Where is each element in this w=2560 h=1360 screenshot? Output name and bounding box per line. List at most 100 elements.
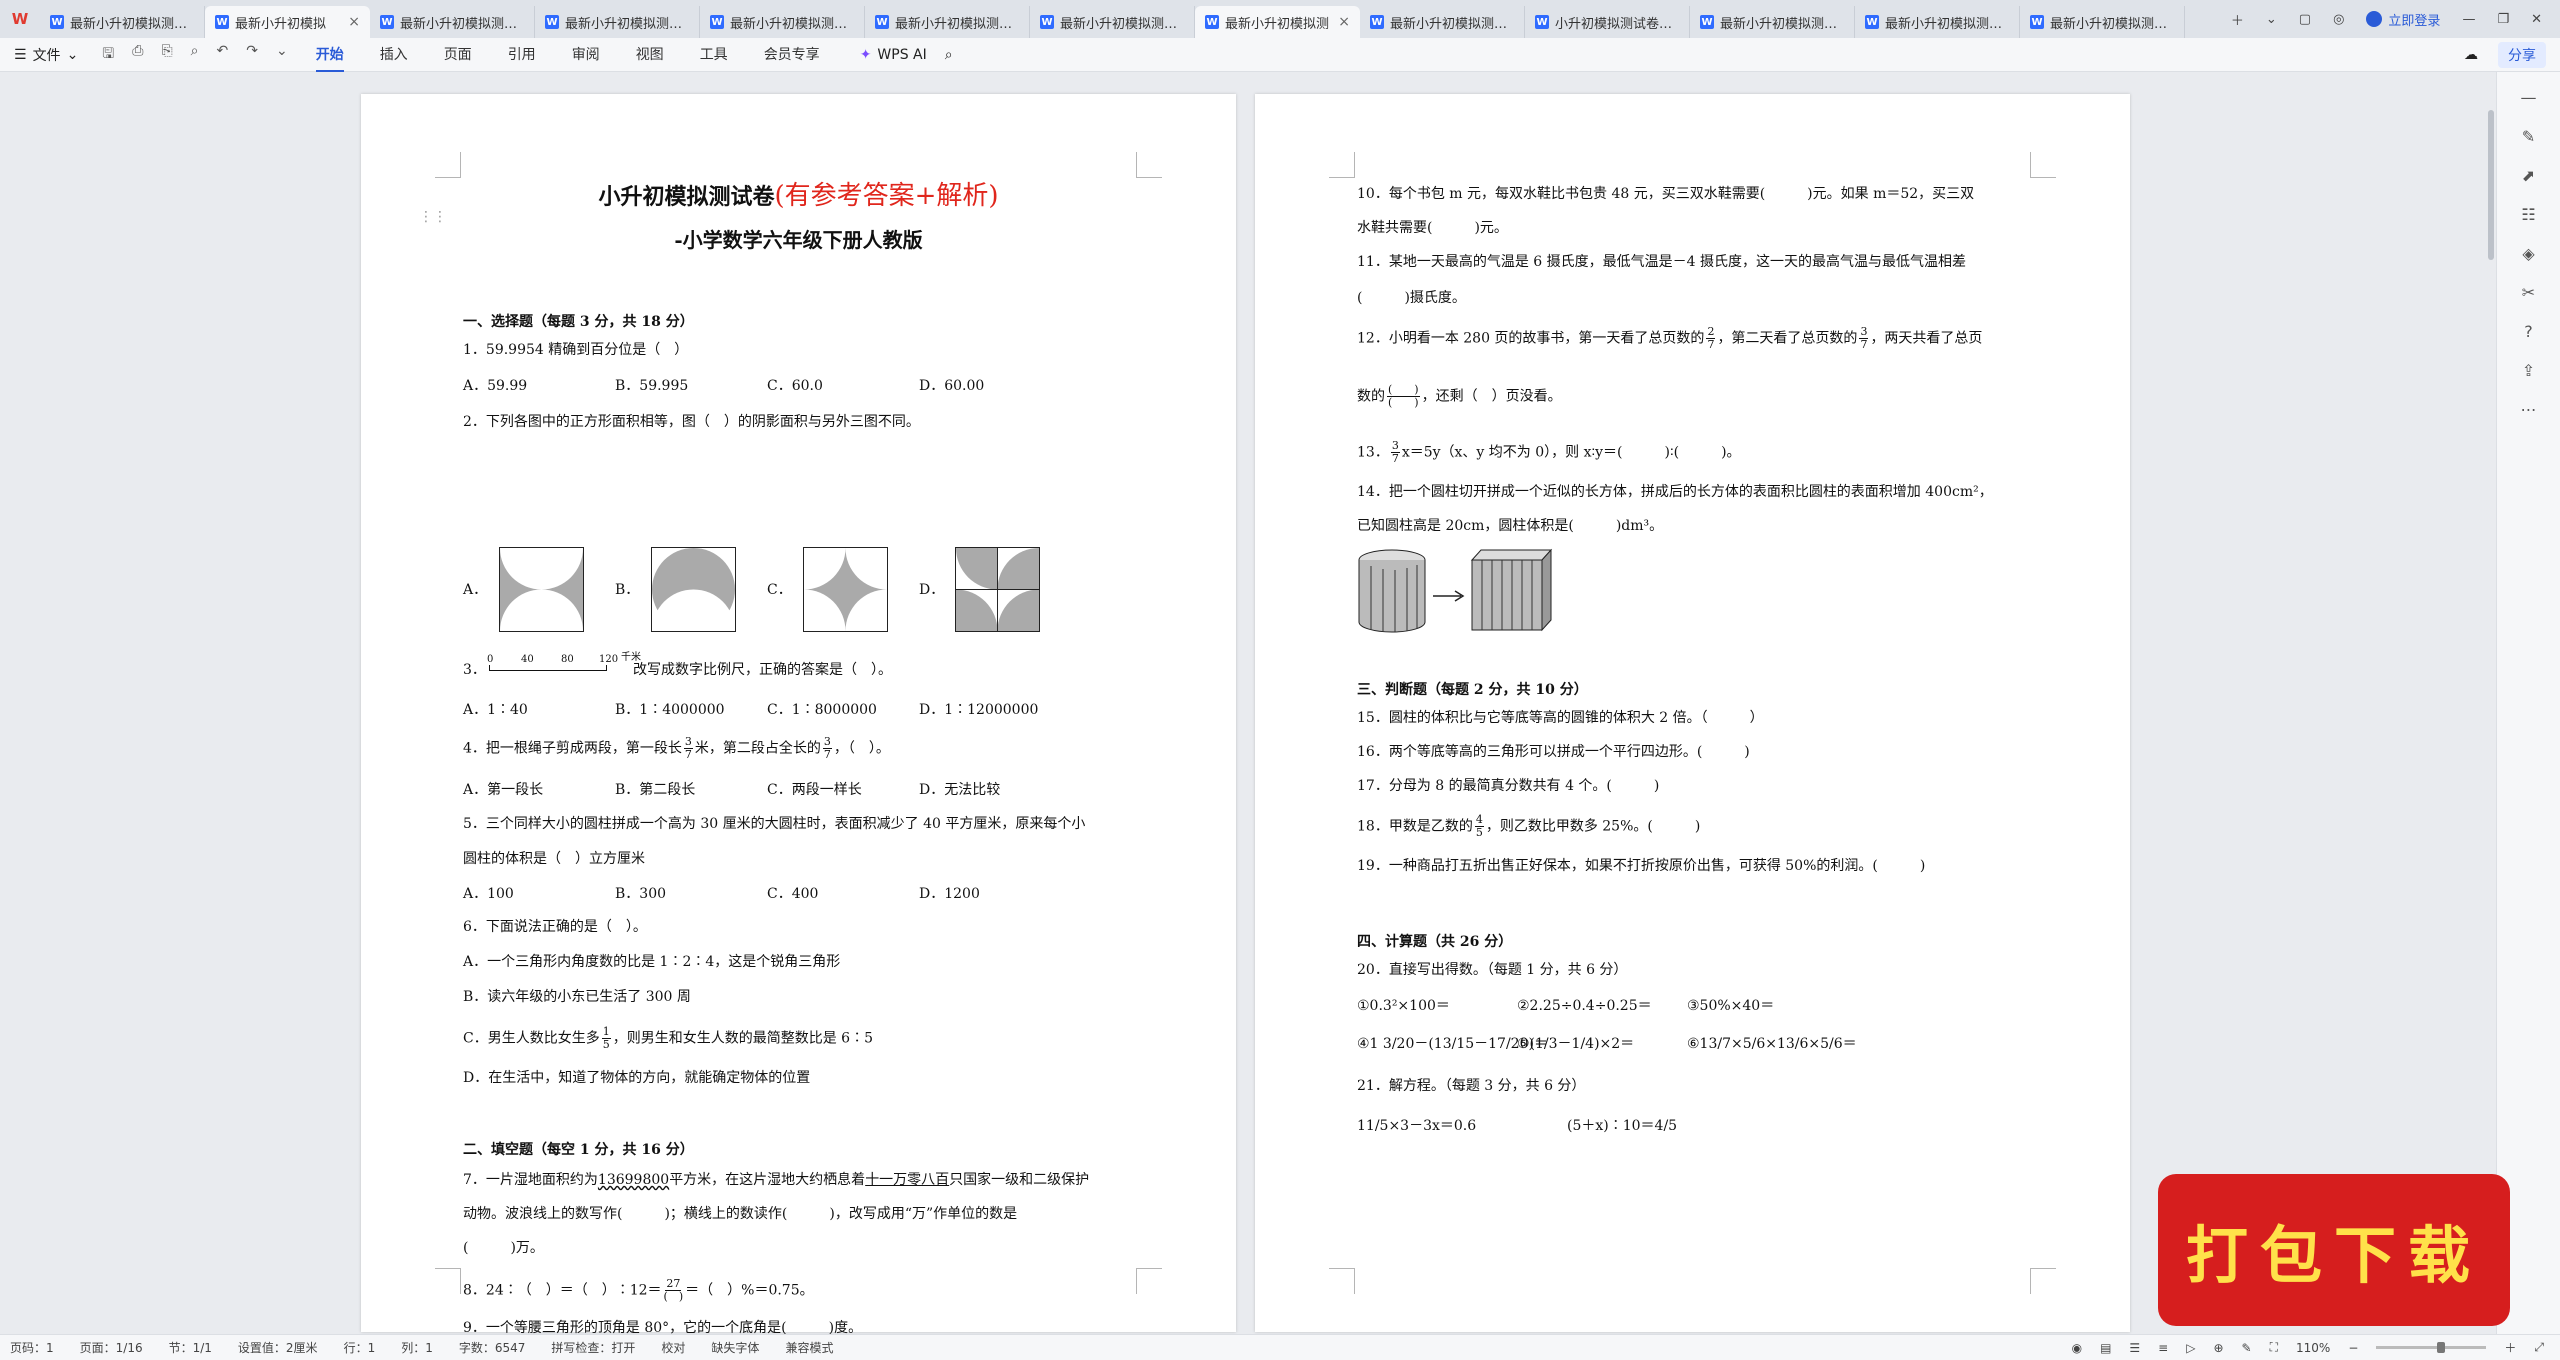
- fraction: 37: [822, 735, 832, 761]
- shapes-icon[interactable]: ◈: [2522, 244, 2534, 263]
- doc-icon: W: [1370, 15, 1384, 29]
- document-tab[interactable]: W 最新小升初模拟测试卷: [370, 6, 535, 38]
- status-item: 设置值：2厘米: [237, 1341, 318, 1355]
- document-page-1[interactable]: ⋮⋮ 小升初模拟测试卷(有参考答案+解析) -小学数学六年级下册人教版 一、选择…: [361, 94, 1236, 1336]
- menu-tab[interactable]: 开始: [315, 38, 344, 72]
- vertical-scrollbar[interactable]: [2488, 110, 2494, 260]
- option: D．1200: [919, 886, 980, 902]
- menu-tab[interactable]: 页面: [444, 38, 472, 72]
- document-tab[interactable]: W 最新小升初模拟测试卷: [535, 6, 700, 38]
- document-tab[interactable]: W 最新小升初模拟测 ×: [1195, 6, 1360, 38]
- question-6: 6．下面说法正确的是（ ）。: [463, 919, 647, 935]
- zoom-in-icon[interactable]: ＋: [2504, 1339, 2516, 1356]
- status-item[interactable]: 拼写检查：打开: [551, 1339, 635, 1356]
- wps-logo-icon[interactable]: W: [0, 0, 40, 38]
- pen-icon[interactable]: ✎: [2242, 1341, 2252, 1355]
- menu-tab[interactable]: 视图: [636, 38, 664, 72]
- globe-icon[interactable]: ⊕: [2213, 1341, 2223, 1355]
- undo-icon[interactable]: ↶: [216, 43, 228, 67]
- document-tab[interactable]: W 最新小升初模拟测试卷: [1855, 6, 2020, 38]
- page-corner-mark: [2030, 152, 2056, 178]
- restore-icon[interactable]: ❐: [2497, 12, 2509, 27]
- export-pdf-icon[interactable]: ⎙: [132, 43, 143, 67]
- drag-handle-icon[interactable]: ⋮⋮: [419, 209, 447, 225]
- save-icon[interactable]: 🖫: [102, 43, 114, 67]
- share-button[interactable]: 分享: [2498, 41, 2546, 68]
- wps-ai-button[interactable]: ✦ WPS AI: [860, 47, 927, 63]
- question-5: 5．三个同样大小的圆柱拼成一个高为 30 厘米的大圆柱时，表面积减少了 40 平…: [463, 816, 1086, 832]
- slider-knob[interactable]: [2436, 1342, 2445, 1353]
- add-tab-icon[interactable]: ＋: [2231, 10, 2244, 29]
- document-tab[interactable]: W 最新小升初模拟测试卷: [1030, 6, 1195, 38]
- skin-icon[interactable]: ◎: [2333, 12, 2344, 27]
- question-7-cont: ( )万。: [463, 1240, 544, 1256]
- adjust-icon[interactable]: ☷: [2521, 205, 2535, 224]
- status-item[interactable]: 兼容模式: [785, 1339, 833, 1356]
- section-heading: 二、填空题（每空 1 分，共 16 分）: [463, 1142, 694, 1158]
- document-page-2[interactable]: 10．每个书包 m 元，每双水鞋比书包贵 48 元，买三双水鞋需要( )元。如果…: [1255, 94, 2130, 1332]
- print-preview-icon[interactable]: ⌕: [191, 43, 199, 67]
- close-window-icon[interactable]: ✕: [2531, 12, 2542, 27]
- redo-icon[interactable]: ↷: [246, 43, 258, 67]
- fullscreen-icon[interactable]: ⤢: [2534, 1340, 2544, 1355]
- zoom-level[interactable]: 110%: [2296, 1341, 2330, 1355]
- question-17: 17．分母为 8 的最简真分数共有 4 个。( ): [1357, 778, 1660, 794]
- document-tab[interactable]: W 最新小升初模拟测试卷: [40, 6, 205, 38]
- document-workspace[interactable]: ⋮⋮ 小升初模拟测试卷(有参考答案+解析) -小学数学六年级下册人教版 一、选择…: [0, 72, 2496, 1336]
- zoom-out-icon[interactable]: −: [2348, 1341, 2358, 1355]
- help-icon[interactable]: ?: [2524, 322, 2533, 341]
- window-icon[interactable]: ▢: [2299, 12, 2311, 27]
- document-tab[interactable]: W 最新小升初模拟测试卷: [1690, 6, 1855, 38]
- tab-list-icon[interactable]: ⌄: [2266, 12, 2277, 27]
- page-view-icon[interactable]: ▤: [2100, 1341, 2111, 1355]
- fit-icon[interactable]: ⛶: [2270, 1340, 2278, 1355]
- close-tab-icon[interactable]: ×: [1338, 14, 1350, 30]
- more-icon[interactable]: ⋯: [2521, 400, 2537, 419]
- cloud-icon[interactable]: ☁: [2464, 47, 2478, 63]
- menu-tab[interactable]: 会员专享: [764, 38, 820, 72]
- status-item[interactable]: 校对: [661, 1339, 685, 1356]
- status-item[interactable]: 缺失字体: [711, 1339, 759, 1356]
- document-tab[interactable]: W 最新小升初模拟测试卷: [865, 6, 1030, 38]
- share-icon[interactable]: ⇪: [2522, 361, 2535, 380]
- document-tab[interactable]: W 最新小升初模拟测试卷: [1360, 6, 1525, 38]
- page-corner-mark: [2030, 1268, 2056, 1294]
- doc-icon: W: [1700, 15, 1714, 29]
- section-heading: 四、计算题（共 26 分）: [1357, 934, 1513, 950]
- more-icon[interactable]: ⌄: [276, 43, 288, 67]
- option: D．在生活中，知道了物体的方向，就能确定物体的位置: [463, 1070, 811, 1086]
- document-tab[interactable]: W 最新小升初模拟测试卷: [700, 6, 865, 38]
- wps-ai-icon: ✦: [859, 46, 872, 63]
- play-icon[interactable]: ▷: [2186, 1341, 2195, 1355]
- zoom-slider[interactable]: [2376, 1342, 2487, 1353]
- cylinder-to-cuboid-figure: [1358, 548, 1553, 633]
- file-menu-button[interactable]: ☰ 文件 ⌄: [14, 45, 78, 65]
- menu-tab[interactable]: 引用: [508, 38, 536, 72]
- document-tab[interactable]: W 小升初模拟测试卷（A: [1525, 6, 1690, 38]
- fraction: 27( ): [663, 1277, 684, 1303]
- menu-tab[interactable]: 插入: [380, 38, 408, 72]
- login-button[interactable]: 立即登录: [2366, 10, 2440, 29]
- download-promo-banner[interactable]: 打包下载: [2158, 1174, 2510, 1326]
- close-tab-icon[interactable]: ×: [348, 14, 360, 30]
- edit-icon[interactable]: ✎: [2522, 127, 2535, 146]
- select-icon[interactable]: ⬈: [2522, 166, 2535, 185]
- question-19: 19．一种商品打五折出售正好保本，如果不打折按原价出售，可获得 50%的利润。(…: [1357, 858, 1926, 874]
- search-icon[interactable]: ⌕: [945, 47, 953, 63]
- outline-icon[interactable]: ≡: [2158, 1341, 2168, 1355]
- menu-tab[interactable]: 工具: [700, 38, 728, 72]
- minimize-icon[interactable]: —: [2462, 12, 2475, 27]
- web-view-icon[interactable]: ☰: [2129, 1341, 2140, 1355]
- print-icon[interactable]: ⎘: [161, 43, 172, 67]
- tools-icon[interactable]: ✂: [2522, 283, 2535, 302]
- document-tab[interactable]: W 最新小升初模拟 ×: [205, 6, 370, 38]
- collapse-icon[interactable]: —: [2521, 88, 2537, 107]
- page-corner-mark: [1329, 1268, 1355, 1294]
- document-tab[interactable]: W 最新小升初模拟测试卷: [2020, 6, 2185, 38]
- menu-tab[interactable]: 审阅: [572, 38, 600, 72]
- fraction: 45: [1474, 813, 1484, 839]
- calc-item: ①0.3²×100＝: [1357, 998, 1450, 1014]
- option: B．第二段长: [615, 782, 696, 798]
- option: A．100: [463, 886, 514, 902]
- eye-icon[interactable]: ◉: [2072, 1341, 2082, 1355]
